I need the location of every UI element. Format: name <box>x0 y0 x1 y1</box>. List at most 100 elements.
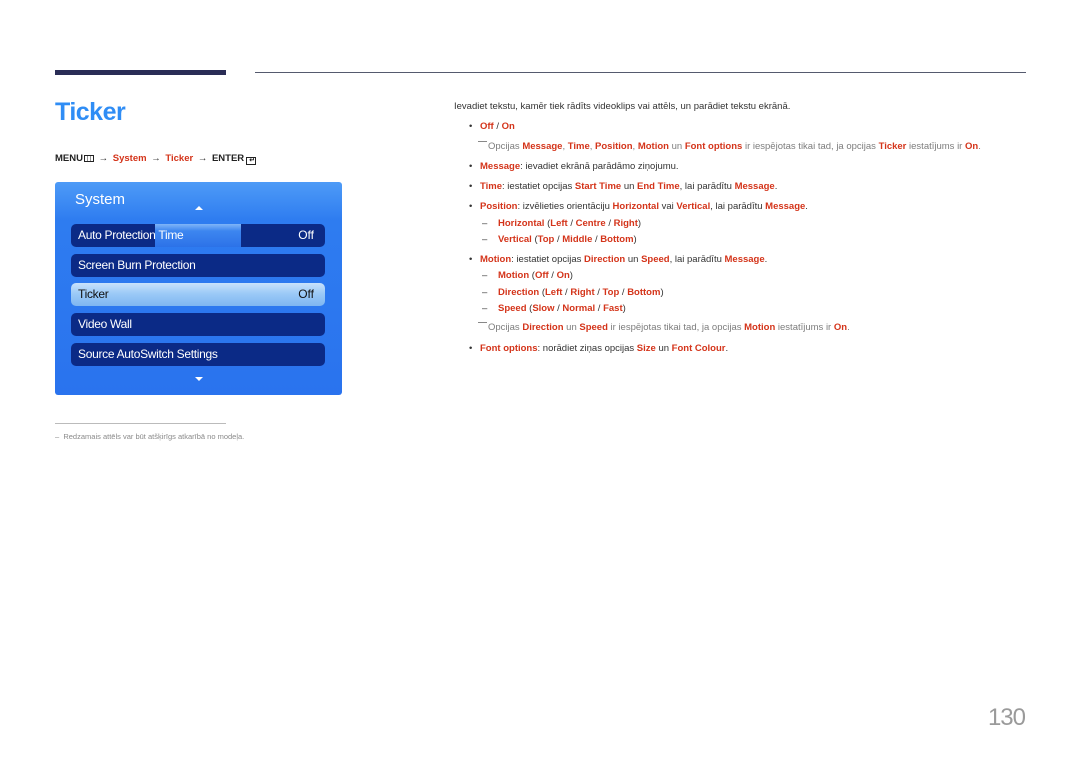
term: Time <box>480 181 503 192</box>
term: Message <box>765 201 806 212</box>
bullet-icon: • <box>469 343 473 354</box>
note-icon <box>478 141 487 142</box>
menu-label: MENU <box>55 153 83 164</box>
term: Direction <box>522 322 564 333</box>
term: Position <box>595 141 633 152</box>
term: Horizontal <box>498 218 545 229</box>
text: . <box>847 322 850 333</box>
page-number: 130 <box>987 704 1026 731</box>
option: Right <box>570 287 595 298</box>
intro-text: Ievadiet tekstu, kamēr tiek rādīts video… <box>454 101 791 112</box>
bullet-icon: • <box>469 161 473 172</box>
system-osd-menu: System Auto Protection Time Off Screen B… <box>55 182 342 395</box>
text: un <box>563 322 580 333</box>
bullet-icon: • <box>469 121 473 132</box>
text: vai <box>658 201 677 212</box>
term: Ticker <box>878 141 907 152</box>
enter-label: ENTER <box>211 153 245 164</box>
arrow-icon: → <box>98 153 109 164</box>
text: , lai parādītu <box>679 181 735 192</box>
term: Vertical <box>676 201 711 212</box>
separator: / <box>493 121 502 132</box>
footnote-text: Redzamais attēls var būt atšķirīgs atkar… <box>63 432 245 441</box>
footnote-dash: – <box>55 432 60 441</box>
osd-item-label: Video Wall <box>78 317 132 331</box>
bullet-off-on: • Off / On <box>469 121 515 132</box>
term: Message <box>734 181 775 192</box>
option: Centre <box>575 218 606 229</box>
option: Bottom <box>600 234 634 245</box>
term: Direction <box>584 254 626 265</box>
enter-icon: ↵ <box>246 157 257 165</box>
separator: / <box>594 287 603 298</box>
option-off: Off <box>480 121 494 132</box>
option: Slow <box>532 303 555 314</box>
dash-icon: – <box>482 303 488 314</box>
bullet-time: • Time: iestatiet opcijas Start Time un … <box>469 181 777 192</box>
text: ) <box>637 218 642 229</box>
bullet-icon: • <box>469 254 473 265</box>
text: : ievadiet ekrānā parādāmo ziņojumu. <box>520 161 679 172</box>
note-icon <box>478 322 487 323</box>
osd-item-screen-burn-protection[interactable]: Screen Burn Protection <box>71 254 325 277</box>
term: Motion <box>480 254 512 265</box>
header-rule-thick <box>55 70 226 75</box>
option: Top <box>537 234 555 245</box>
header-rule-thin <box>255 72 1026 73</box>
osd-item-source-autoswitch-settings[interactable]: Source AutoSwitch Settings <box>71 343 325 366</box>
menu-path-ticker: Ticker <box>165 153 194 164</box>
osd-item-label: Auto Protection Time <box>78 228 184 242</box>
text: : iestatiet opcijas <box>511 254 585 265</box>
scroll-up-icon[interactable] <box>195 206 203 210</box>
term: Speed <box>498 303 527 314</box>
text: : norādiet ziņas opcijas <box>537 343 637 354</box>
scroll-down-icon[interactable] <box>195 377 203 381</box>
term: Horizontal <box>612 201 659 212</box>
option: Bottom <box>627 287 661 298</box>
text: ) <box>633 234 637 245</box>
text: ) <box>622 303 626 314</box>
osd-item-label: Screen Burn Protection <box>78 258 196 272</box>
bullet-icon: • <box>469 181 473 192</box>
text: un <box>668 141 685 152</box>
text: , lai parādītu <box>669 254 725 265</box>
text: : iestatiet opcijas <box>502 181 575 192</box>
text: : izvēlieties orientāciju <box>517 201 613 212</box>
separator: / <box>619 287 628 298</box>
text: un <box>625 254 642 265</box>
text: . <box>725 343 729 354</box>
option: Left <box>550 218 568 229</box>
bullet-position: • Position: izvēlieties orientāciju Hori… <box>469 201 808 212</box>
text: Opcijas <box>488 322 523 333</box>
option: Right <box>613 218 638 229</box>
text: . <box>978 141 981 152</box>
term: Message <box>480 161 521 172</box>
osd-item-auto-protection-time[interactable]: Auto Protection Time Off <box>71 224 325 247</box>
option: Normal <box>562 303 596 314</box>
bullet-message: • Message: ievadiet ekrānā parādāmo ziņo… <box>469 161 679 172</box>
term: Direction <box>498 287 540 298</box>
dash-icon: – <box>482 287 488 298</box>
term: Start Time <box>574 181 622 192</box>
footnote: – Redzamais attēls var būt atšķirīgs atk… <box>55 432 244 441</box>
term: Font Colour <box>671 343 726 354</box>
term: Message <box>724 254 765 265</box>
note-motion-on: Opcijas Direction un Speed ir iespējotas… <box>478 322 850 333</box>
osd-item-video-wall[interactable]: Video Wall <box>71 313 325 336</box>
arrow-icon: → <box>197 153 208 164</box>
term: Message <box>522 141 563 152</box>
text: iestatījums ir <box>775 322 834 333</box>
term: End Time <box>637 181 680 192</box>
term: Time <box>567 141 590 152</box>
text: . <box>764 254 768 265</box>
term: On <box>965 141 979 152</box>
menu-path: MENU → System → Ticker → ENTER ↵ <box>55 153 257 165</box>
bullet-font-options: • Font options: norādiet ziņas opcijas S… <box>469 343 729 354</box>
menu-path-system: System <box>112 153 147 164</box>
term: Font options <box>480 343 538 354</box>
term: Size <box>636 343 656 354</box>
osd-item-ticker[interactable]: Ticker Off <box>71 283 325 306</box>
separator: / <box>567 218 576 229</box>
text: Opcijas <box>488 141 523 152</box>
term: Speed <box>579 322 608 333</box>
